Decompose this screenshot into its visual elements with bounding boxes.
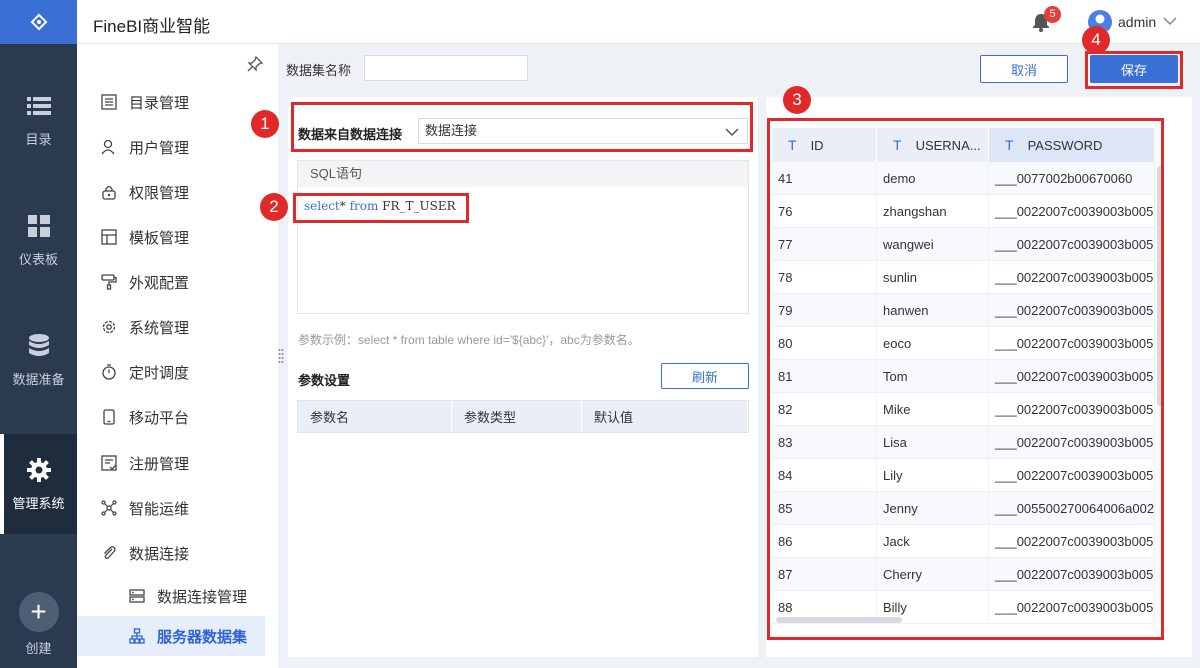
database-icon <box>26 333 52 359</box>
menu-item-catalog[interactable]: 目录管理 <box>77 82 278 122</box>
plus-icon: + <box>18 592 59 632</box>
network-icon <box>99 498 119 518</box>
dataset-name-input[interactable] <box>364 55 528 81</box>
menu-item-schedule[interactable]: 定时调度 <box>77 352 278 392</box>
cancel-button[interactable]: 取消 <box>980 55 1068 83</box>
nav-label: 仪表板 <box>18 251 58 267</box>
menu-label: 外观配置 <box>129 274 190 292</box>
nav-label: 管理系统 <box>12 495 65 511</box>
refresh-button[interactable]: 刷新 <box>661 363 749 389</box>
menu-label: 智能运维 <box>129 500 190 518</box>
menu-label: 权限管理 <box>129 184 190 202</box>
sql-editor[interactable]: SQL语句 select* from FR_T_USER <box>297 160 749 314</box>
highlight-box-sql <box>293 193 469 223</box>
annotation-marker: 3 <box>783 86 811 114</box>
menu-item-data-connection[interactable]: 数据连接 <box>77 533 278 573</box>
chevron-down-icon[interactable] <box>1163 16 1177 26</box>
app-title: FineBI商业智能 <box>93 17 211 36</box>
menu-item-mobile[interactable]: 移动平台 <box>77 397 278 437</box>
menu-item-system[interactable]: 系统管理 <box>77 307 278 347</box>
mobile-icon <box>99 407 119 427</box>
highlight-box-preview <box>767 118 1164 640</box>
menu-label: 系统管理 <box>129 319 190 337</box>
lock-icon <box>99 182 119 202</box>
param-table-header: 参数名 参数类型 默认值 <box>297 400 749 433</box>
menu-item-permissions[interactable]: 权限管理 <box>77 172 278 212</box>
menu-label: 移动平台 <box>129 409 190 427</box>
paint-roller-icon <box>99 272 119 292</box>
menu-item-templates[interactable]: 模板管理 <box>77 217 278 257</box>
nav-label: 数据准备 <box>12 371 65 387</box>
nav-item-dashboard[interactable]: 仪表板 <box>0 190 77 290</box>
catalog-icon <box>99 92 119 112</box>
settings-icon <box>99 317 119 337</box>
pin-icon[interactable] <box>247 56 263 72</box>
menu-label: 用户管理 <box>129 139 190 157</box>
annotation-marker: 4 <box>1082 26 1110 54</box>
left-nav: 目录 仪表板 数据准备 管理系统 + 创建 <box>0 0 77 668</box>
paperclip-icon <box>99 543 119 563</box>
menu-label: 目录管理 <box>129 94 190 112</box>
dashboard-icon <box>26 213 52 239</box>
menu-item-connection-manage[interactable]: 数据连接管理 <box>77 576 278 616</box>
menu-item-appearance[interactable]: 外观配置 <box>77 262 278 302</box>
username[interactable]: admin <box>1118 14 1156 30</box>
menu-label: 注册管理 <box>129 455 190 473</box>
logo-icon <box>30 13 47 31</box>
template-icon <box>99 227 119 247</box>
notification-badge: 5 <box>1044 6 1061 23</box>
nav-item-admin[interactable]: 管理系统 <box>0 434 77 534</box>
highlight-box-save <box>1085 51 1183 89</box>
menu-item-users[interactable]: 用户管理 <box>77 127 278 167</box>
param-title: 参数设置 <box>298 373 351 388</box>
dataset-name-label: 数据集名称 <box>286 63 352 78</box>
nav-label: 目录 <box>25 131 52 147</box>
param-hint: 参数示例：select * from table where id='${abc… <box>298 333 640 347</box>
param-col-default: 默认值 <box>582 401 748 432</box>
timer-icon <box>99 362 119 382</box>
hierarchy-icon <box>127 626 147 646</box>
menu-label: 数据连接管理 <box>157 588 248 606</box>
menu-label: 定时调度 <box>129 364 190 382</box>
nav-item-catalog[interactable]: 目录 <box>0 70 77 170</box>
admin-submenu: 目录管理 用户管理 权限管理 模板管理 外观配置 系统管理 定时调度 移动平台 … <box>77 44 278 668</box>
menu-label: 服务器数据集 <box>157 628 248 646</box>
highlight-box-source <box>291 102 753 152</box>
annotation-marker: 1 <box>251 110 279 138</box>
menu-item-server-dataset[interactable]: 服务器数据集 <box>77 616 265 656</box>
logo[interactable] <box>0 0 77 44</box>
user-icon <box>99 137 119 157</box>
create-label: 创建 <box>25 641 52 656</box>
gear-icon <box>26 457 52 483</box>
drag-handle-icon[interactable] <box>278 348 284 364</box>
menu-item-ops[interactable]: 智能运维 <box>77 488 278 528</box>
top-bar: FineBI商业智能 5 admin <box>77 0 1200 44</box>
menu-label: 模板管理 <box>129 229 190 247</box>
register-icon <box>99 453 119 473</box>
param-col-type: 参数类型 <box>452 401 582 432</box>
server-icon <box>127 586 147 606</box>
nav-item-data-prep[interactable]: 数据准备 <box>0 310 77 410</box>
nav-create[interactable]: + 创建 <box>0 580 77 668</box>
menu-label: 数据连接 <box>129 545 190 563</box>
sql-header: SQL语句 <box>298 161 748 187</box>
list-icon <box>26 93 52 119</box>
param-col-name: 参数名 <box>298 401 452 432</box>
menu-item-register[interactable]: 注册管理 <box>77 443 278 483</box>
annotation-marker: 2 <box>260 193 288 221</box>
